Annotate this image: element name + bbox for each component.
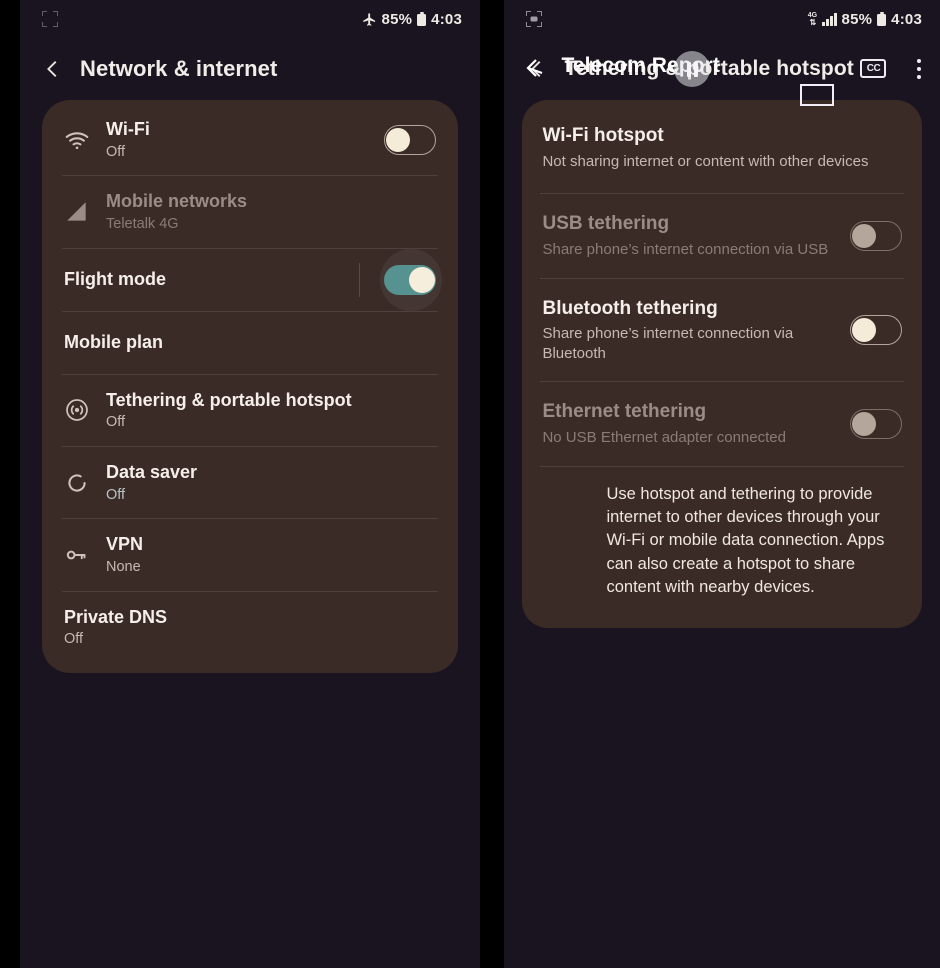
row-mobile-networks-body: Mobile networks Teletalk 4G [106, 190, 436, 233]
row-private-dns-body: Private DNS Off [64, 606, 436, 649]
row-usb-tethering-subtitle: Share phone’s internet connection via US… [542, 241, 829, 258]
vpn-key-icon [64, 542, 106, 568]
row-tethering[interactable]: Tethering & portable hotspot Off [42, 375, 458, 446]
flight-mode-toggle[interactable] [380, 248, 442, 311]
usb-tethering-toggle[interactable] [850, 220, 902, 251]
right-status-bar: 4G ⇅ 85% 4:03 [504, 0, 940, 38]
left-phone-panel: 85% 4:03 Network & internet Wi-Fi Off Mo… [20, 0, 480, 968]
wifi-toggle[interactable] [384, 124, 436, 155]
row-ethernet-tethering-title: Ethernet tethering [542, 401, 707, 423]
row-tethering-title: Tethering & portable hotspot [106, 389, 352, 410]
row-bluetooth-tethering-subtitle: Share phone’s internet connection via Bl… [542, 325, 794, 362]
row-data-saver[interactable]: Data saver Off [42, 447, 458, 518]
row-wifi-subtitle: Off [106, 143, 126, 160]
data-saver-icon [64, 470, 106, 496]
screenshot-root: 85% 4:03 Network & internet Wi-Fi Off Mo… [0, 0, 940, 968]
network-arrows-label: ⇅ [809, 17, 817, 27]
row-tethering-subtitle: Off [106, 414, 126, 431]
row-private-dns-subtitle: Off [64, 631, 84, 648]
right-clock: 4:03 [891, 10, 922, 28]
row-mobile-plan-title: Mobile plan [64, 332, 163, 353]
row-private-dns[interactable]: Private DNS Off [42, 592, 458, 663]
row-usb-tethering-title: USB tethering [542, 213, 670, 235]
row-data-saver-body: Data saver Off [106, 461, 436, 504]
row-bluetooth-tethering-title: Bluetooth tethering [542, 297, 718, 319]
scan-corners-icon [42, 11, 58, 27]
row-ethernet-tethering[interactable]: Ethernet tethering No USB Ethernet adapt… [522, 382, 922, 465]
row-ethernet-tethering-body: Ethernet tethering No USB Ethernet adapt… [542, 400, 840, 447]
row-flight-mode-body: Flight mode [64, 268, 359, 291]
wifi-icon [64, 127, 106, 153]
airplane-icon [362, 12, 375, 26]
row-private-dns-title: Private DNS [64, 606, 168, 627]
ethernet-tethering-toggle[interactable] [850, 408, 902, 439]
cc-icon[interactable]: CC [860, 59, 887, 78]
tethering-footnote: Use hotspot and tethering to provide int… [606, 484, 885, 597]
status-left-group [526, 11, 543, 27]
left-clock: 4:03 [431, 10, 462, 28]
status-right-group: 4G ⇅ 85% 4:03 [808, 11, 922, 28]
left-battery-percent: 85% [381, 10, 413, 28]
bluetooth-tethering-toggle[interactable] [850, 314, 902, 345]
row-mobile-plan-body: Mobile plan [64, 331, 436, 354]
row-mobile-networks-title: Mobile networks [106, 191, 248, 212]
right-phone-panel: 4G ⇅ 85% 4:03 Tethering & portable hotsp… [504, 0, 940, 968]
tethering-settings-card: Wi-Fi hotspot Not sharing internet or co… [522, 100, 922, 628]
panel-gap [480, 0, 505, 968]
screen-record-icon [526, 11, 543, 27]
row-wifi-title: Wi-Fi [106, 119, 150, 139]
network-type-indicator: 4G ⇅ [808, 12, 817, 27]
row-bluetooth-tethering[interactable]: Bluetooth tethering Share phone’s intern… [522, 279, 922, 382]
page-title: Network & internet [80, 56, 278, 81]
signal-bars-icon [822, 12, 837, 26]
row-wifi-body: Wi-Fi Off [106, 118, 374, 161]
row-wifi[interactable]: Wi-Fi Off [42, 104, 458, 175]
row-usb-tethering-body: USB tethering Share phone’s internet con… [542, 212, 840, 259]
back-chevron-icon[interactable] [524, 56, 550, 82]
hotspot-icon [64, 397, 106, 423]
page-title: Tethering & portable hotspot [564, 57, 854, 80]
row-mobile-plan[interactable]: Mobile plan [42, 312, 458, 374]
row-flight-mode[interactable]: Flight mode [42, 248, 458, 311]
right-battery-percent: 85% [841, 10, 873, 28]
toggle-separator [359, 262, 360, 297]
back-chevron-icon[interactable] [40, 56, 66, 82]
battery-icon [877, 12, 887, 26]
row-vpn-body: VPN None [106, 533, 436, 576]
signal-triangle-icon [64, 199, 106, 225]
right-app-bar: Tethering & portable hotspot Telecom Rep… [504, 38, 940, 106]
more-vertical-icon[interactable] [916, 56, 922, 82]
network-settings-card: Wi-Fi Off Mobile networks Teletalk 4G Fl… [42, 100, 458, 674]
left-status-bar: 85% 4:03 [20, 0, 480, 38]
row-data-saver-title: Data saver [106, 462, 198, 483]
row-mobile-networks[interactable]: Mobile networks Teletalk 4G [42, 176, 458, 247]
row-wifi-hotspot-body: Wi-Fi hotspot Not sharing internet or co… [542, 124, 902, 171]
row-wifi-hotspot-title: Wi-Fi hotspot [542, 125, 664, 146]
row-ethernet-tethering-subtitle: No USB Ethernet adapter connected [542, 429, 786, 446]
row-vpn[interactable]: VPN None [42, 519, 458, 590]
status-left-group [42, 11, 58, 27]
row-vpn-title: VPN [106, 534, 144, 555]
row-wifi-hotspot-subtitle: Not sharing internet or content with oth… [542, 152, 869, 170]
left-app-bar: Network & internet [20, 38, 480, 100]
row-mobile-networks-subtitle: Teletalk 4G [106, 215, 179, 232]
row-flight-mode-title: Flight mode [64, 269, 166, 290]
status-right-group: 85% 4:03 [362, 11, 462, 28]
row-wifi-hotspot[interactable]: Wi-Fi hotspot Not sharing internet or co… [522, 104, 922, 193]
row-bluetooth-tethering-body: Bluetooth tethering Share phone’s intern… [542, 297, 840, 364]
row-tethering-body: Tethering & portable hotspot Off [106, 389, 436, 432]
row-usb-tethering[interactable]: USB tethering Share phone’s internet con… [522, 194, 922, 277]
row-vpn-subtitle: None [106, 558, 141, 575]
battery-icon [417, 12, 427, 26]
row-data-saver-subtitle: Off [106, 486, 126, 503]
